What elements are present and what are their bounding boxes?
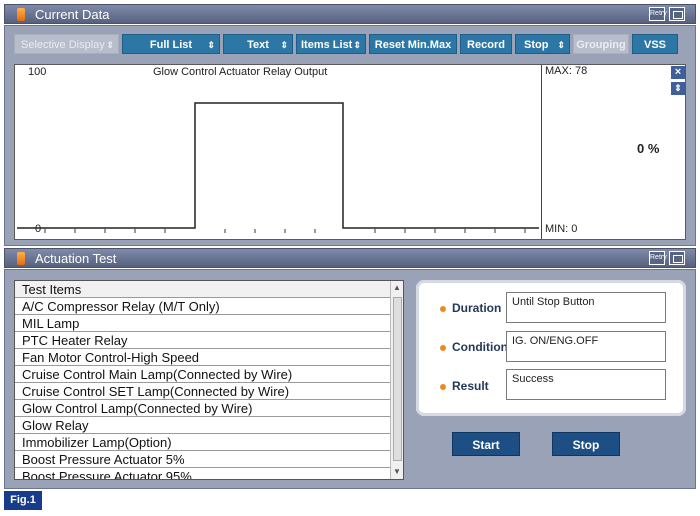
- duration-label: Duration: [440, 301, 501, 315]
- list-item[interactable]: Glow Relay: [15, 417, 391, 434]
- updown-arrow-icon: ⇕: [106, 40, 114, 50]
- list-item[interactable]: Boost Pressure Actuator 95%: [15, 468, 391, 479]
- list-item[interactable]: Boost Pressure Actuator 5%: [15, 451, 391, 468]
- list-header: Test Items: [15, 281, 391, 298]
- stop-button[interactable]: Stop: [552, 432, 620, 456]
- min-value-label: MIN: 0: [545, 223, 578, 235]
- move-updown-icon[interactable]: ⇕: [671, 82, 685, 95]
- updown-arrow-icon: ⇕: [207, 40, 215, 50]
- list-item[interactable]: Cruise Control SET Lamp(Connected by Wir…: [15, 383, 391, 400]
- result-value: Success: [506, 369, 666, 400]
- list-scrollbar[interactable]: ▲ ▼: [390, 281, 403, 479]
- test-info-box: Duration Until Stop Button Conditions IG…: [416, 280, 686, 416]
- maximize-icon[interactable]: [669, 7, 685, 21]
- scroll-up-icon[interactable]: ▲: [391, 281, 403, 295]
- conditions-label: Conditions: [440, 340, 515, 354]
- scroll-down-icon[interactable]: ▼: [391, 465, 403, 479]
- bullet-icon: [440, 383, 446, 390]
- current-data-titlebar: Current Data Retry: [4, 4, 696, 24]
- figure-label: Fig.1: [4, 491, 42, 510]
- start-button[interactable]: Start: [452, 432, 520, 456]
- retry-icon[interactable]: Retry: [649, 251, 667, 265]
- retry-icon[interactable]: Retry: [649, 7, 667, 21]
- maximize-icon[interactable]: [669, 251, 685, 265]
- list-item[interactable]: MIL Lamp: [15, 315, 391, 332]
- list-item[interactable]: A/C Compressor Relay (M/T Only): [15, 298, 391, 315]
- actuation-test-title: Actuation Test: [35, 251, 117, 266]
- panel-marker-icon: [17, 8, 25, 21]
- list-item[interactable]: PTC Heater Relay: [15, 332, 391, 349]
- stop-select[interactable]: Stop ⇕: [515, 34, 570, 54]
- bullet-icon: [440, 344, 446, 351]
- updown-arrow-icon: ⇕: [280, 40, 288, 50]
- selective-display-select[interactable]: Selective Display ⇕: [14, 34, 119, 54]
- list-item[interactable]: Fan Motor Control-High Speed: [15, 349, 391, 366]
- close-icon[interactable]: ×: [671, 66, 685, 79]
- signal-trace: [17, 102, 539, 233]
- reset-min-max-button[interactable]: Reset Min.Max: [369, 34, 457, 54]
- bullet-icon: [440, 305, 446, 312]
- graph-divider: [541, 65, 542, 239]
- current-value: 0 %: [637, 141, 660, 156]
- list-item[interactable]: Immobilizer Lamp(Option): [15, 434, 391, 451]
- items-list-select[interactable]: Items List ⇕: [296, 34, 366, 54]
- updown-arrow-icon: ⇕: [557, 40, 565, 50]
- scroll-thumb[interactable]: [393, 297, 402, 461]
- text-select[interactable]: Text ⇕: [223, 34, 293, 54]
- record-button[interactable]: Record: [460, 34, 512, 54]
- grouping-button: Grouping: [573, 34, 629, 54]
- panel-marker-icon: [17, 252, 25, 265]
- conditions-value: IG. ON/ENG.OFF: [506, 331, 666, 362]
- full-list-select[interactable]: Full List ⇕: [122, 34, 220, 54]
- max-value-label: MAX: 78: [545, 65, 588, 77]
- list-item[interactable]: Cruise Control Main Lamp(Connected by Wi…: [15, 366, 391, 383]
- test-items-list: Test Items A/C Compressor Relay (M/T Onl…: [14, 280, 404, 480]
- list-item[interactable]: Glow Control Lamp(Connected by Wire): [15, 400, 391, 417]
- updown-arrow-icon: ⇕: [353, 40, 361, 50]
- app-frame: Current Data Retry Selective Display ⇕ Fu…: [0, 0, 700, 516]
- duration-value: Until Stop Button: [506, 292, 666, 323]
- actuation-test-titlebar: Actuation Test Retry: [4, 248, 696, 268]
- data-graph: 100 Glow Control Actuator Relay Output 0…: [14, 64, 686, 240]
- current-data-title: Current Data: [35, 7, 110, 22]
- result-label: Result: [440, 379, 489, 393]
- vss-button[interactable]: VSS: [632, 34, 678, 54]
